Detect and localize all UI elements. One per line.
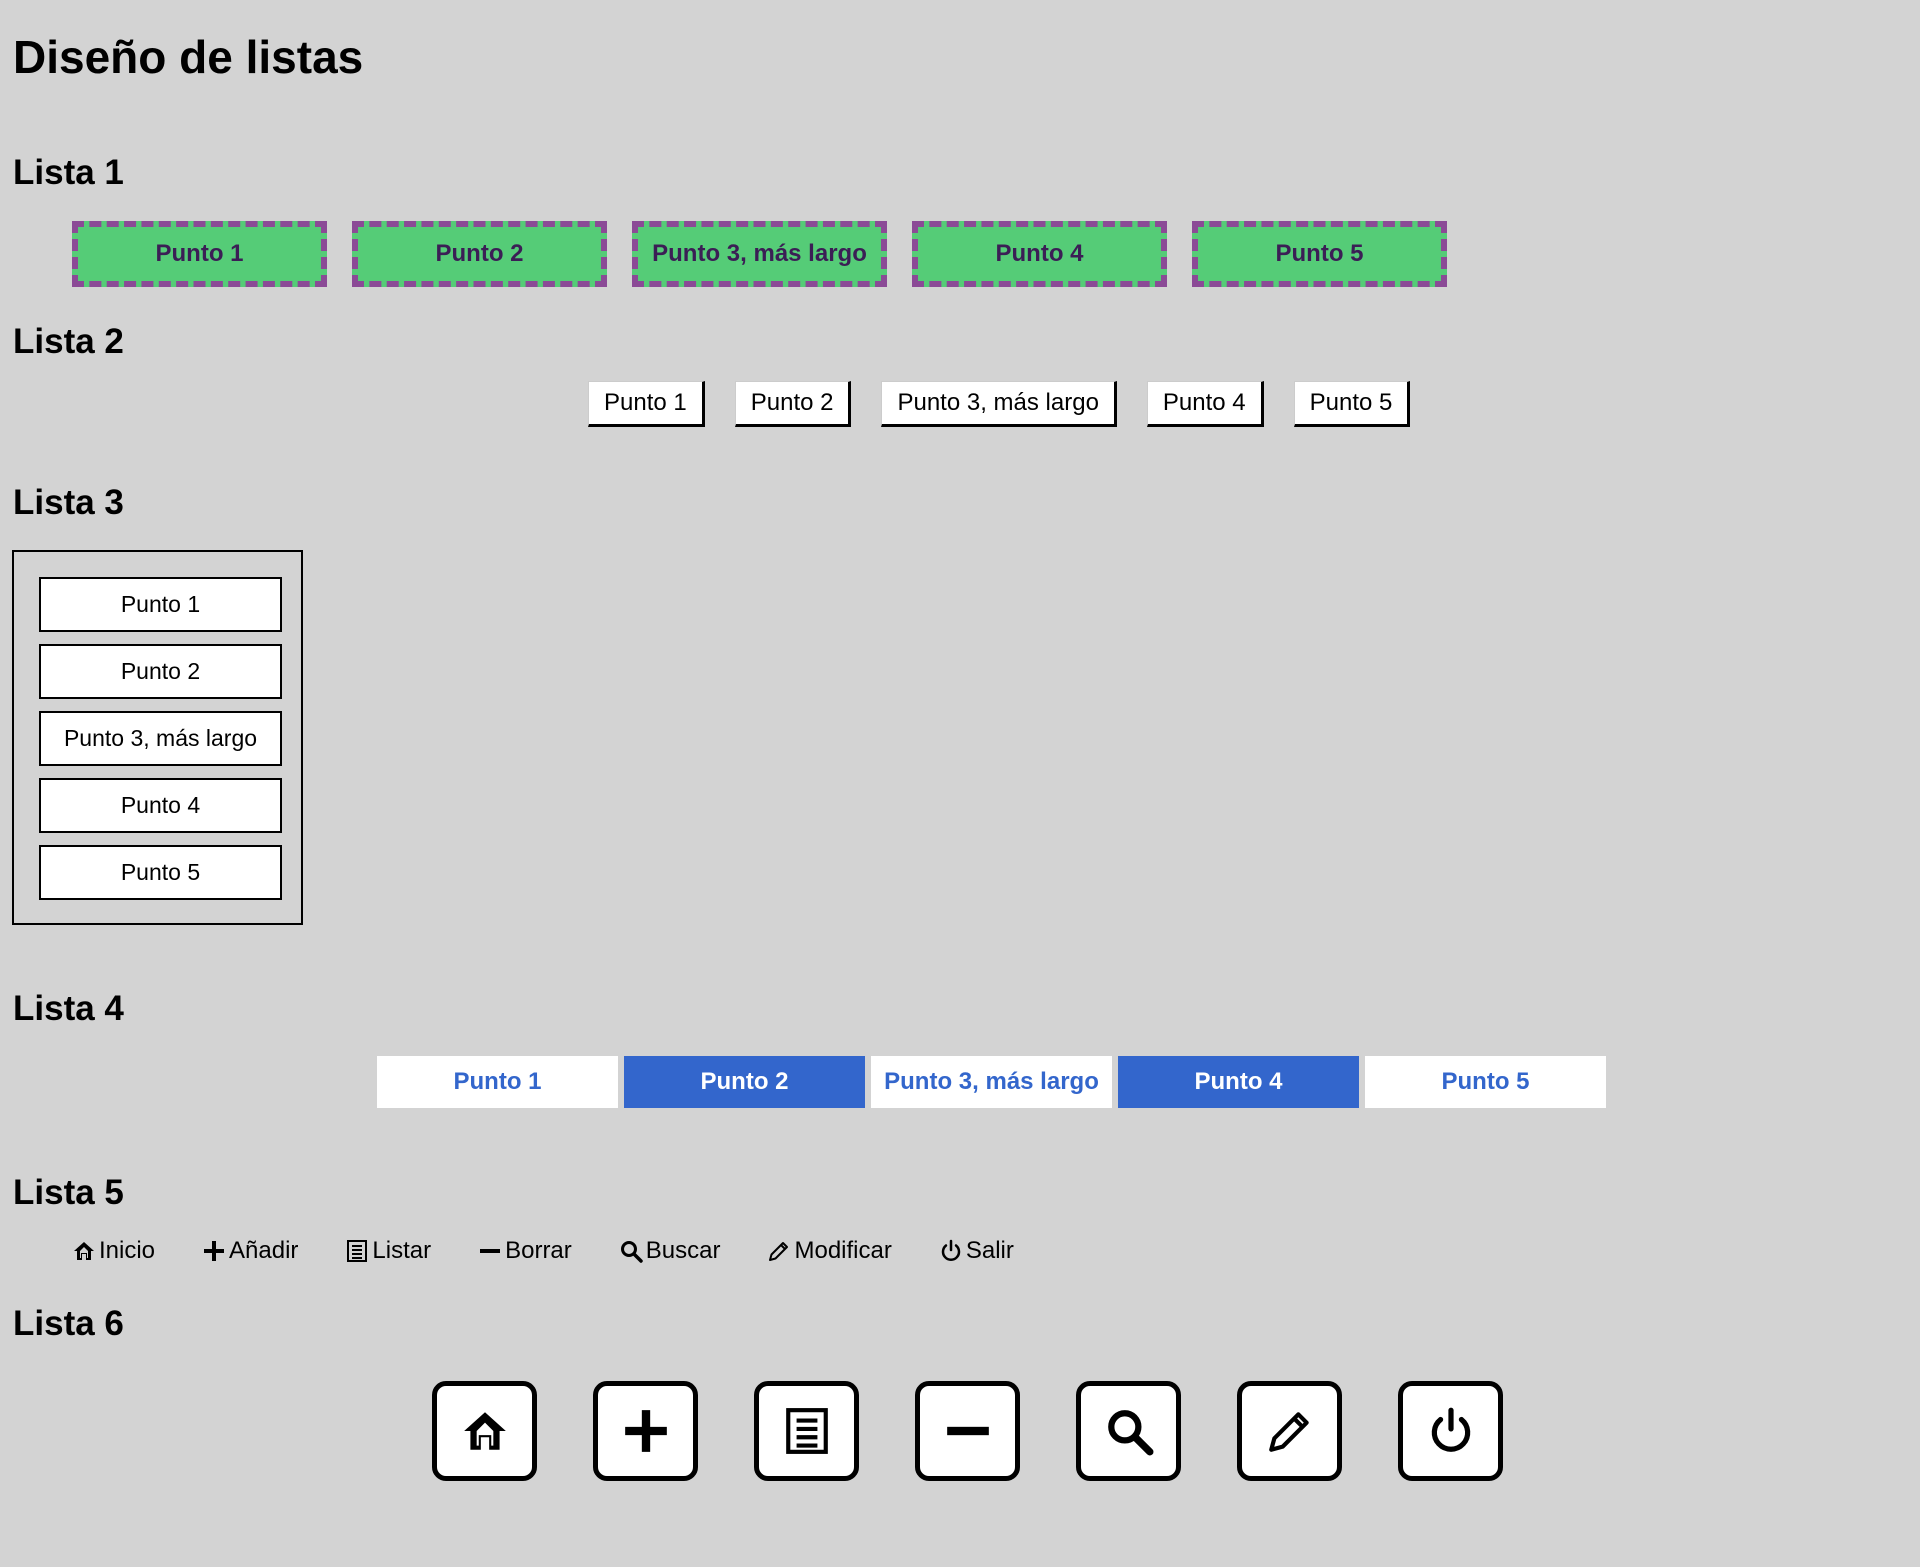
lista1-item[interactable]: Punto 3, más largo bbox=[632, 221, 887, 287]
lista4-item[interactable]: Punto 2 bbox=[624, 1056, 865, 1108]
lista3-item[interactable]: Punto 1 bbox=[39, 577, 282, 632]
lista3-item[interactable]: Punto 2 bbox=[39, 644, 282, 699]
lista5-label: Buscar bbox=[645, 1237, 721, 1264]
lista5: Inicio Añadir Listar Borrar Buscar Modif… bbox=[72, 1237, 1014, 1265]
lista6 bbox=[432, 1381, 1503, 1481]
lista6-button-search[interactable] bbox=[1076, 1381, 1181, 1481]
plus-icon bbox=[204, 1241, 225, 1261]
lista4-item[interactable]: Punto 4 bbox=[1118, 1056, 1359, 1108]
lista4-item[interactable]: Punto 1 bbox=[377, 1056, 618, 1108]
lista5-label: Modificar bbox=[794, 1237, 892, 1264]
lista2-item[interactable]: Punto 3, más largo bbox=[881, 381, 1117, 427]
lista4-item[interactable]: Punto 3, más largo bbox=[871, 1056, 1112, 1108]
lista1-heading: Lista 1 bbox=[13, 153, 124, 192]
power-icon bbox=[1431, 1407, 1470, 1452]
lista2: Punto 1 Punto 2 Punto 3, más largo Punto… bbox=[588, 381, 1411, 427]
lista5-heading: Lista 5 bbox=[13, 1173, 124, 1212]
lista5-item-inicio[interactable]: Inicio bbox=[72, 1237, 155, 1265]
lista4-heading: Lista 4 bbox=[13, 989, 124, 1028]
minus-icon bbox=[480, 1249, 501, 1253]
lista3-item[interactable]: Punto 3, más largo bbox=[39, 711, 282, 766]
minus-icon bbox=[946, 1426, 989, 1436]
lista5-item-borrar[interactable]: Borrar bbox=[478, 1237, 572, 1265]
search-icon bbox=[1107, 1410, 1153, 1456]
lista1-item[interactable]: Punto 2 bbox=[352, 221, 607, 287]
lista1-item[interactable]: Punto 1 bbox=[72, 221, 327, 287]
pencil-icon bbox=[1268, 1412, 1309, 1452]
lista2-item[interactable]: Punto 2 bbox=[734, 381, 852, 427]
lista4: Punto 1 Punto 2 Punto 3, más largo Punto… bbox=[377, 1056, 1606, 1108]
lista1: Punto 1 Punto 2 Punto 3, más largo Punto… bbox=[72, 221, 1447, 287]
pencil-icon bbox=[769, 1242, 789, 1261]
list-icon bbox=[785, 1408, 828, 1454]
lista5-item-anadir[interactable]: Añadir bbox=[202, 1237, 298, 1265]
lista3: Punto 1 Punto 2 Punto 3, más largo Punto… bbox=[12, 550, 303, 925]
lista2-item[interactable]: Punto 5 bbox=[1293, 381, 1411, 427]
lista5-label: Añadir bbox=[229, 1237, 299, 1264]
lista3-item[interactable]: Punto 4 bbox=[39, 778, 282, 833]
search-icon bbox=[620, 1241, 643, 1263]
lista5-item-salir[interactable]: Salir bbox=[939, 1237, 1014, 1265]
lista5-item-listar[interactable]: Listar bbox=[345, 1237, 431, 1265]
lista6-button-list[interactable] bbox=[754, 1381, 859, 1481]
lista5-label: Inicio bbox=[99, 1237, 156, 1264]
lista5-item-buscar[interactable]: Buscar bbox=[619, 1237, 721, 1265]
lista1-item[interactable]: Punto 5 bbox=[1192, 221, 1447, 287]
list-icon bbox=[347, 1240, 368, 1262]
lista6-button-add[interactable] bbox=[593, 1381, 698, 1481]
lista5-label: Borrar bbox=[505, 1237, 572, 1264]
lista6-button-home[interactable] bbox=[432, 1381, 537, 1481]
power-icon bbox=[941, 1239, 961, 1261]
lista6-button-exit[interactable] bbox=[1398, 1381, 1503, 1481]
home-icon bbox=[74, 1242, 94, 1260]
lista6-button-edit[interactable] bbox=[1237, 1381, 1342, 1481]
home-icon bbox=[463, 1412, 506, 1450]
page-title: Diseño de listas bbox=[13, 31, 364, 83]
lista2-item[interactable]: Punto 4 bbox=[1146, 381, 1264, 427]
plus-icon bbox=[624, 1410, 667, 1452]
lista4-item[interactable]: Punto 5 bbox=[1365, 1056, 1606, 1108]
lista5-item-modificar[interactable]: Modificar bbox=[767, 1237, 892, 1265]
lista2-item[interactable]: Punto 1 bbox=[588, 381, 705, 427]
lista5-label: Salir bbox=[965, 1237, 1014, 1264]
lista2-heading: Lista 2 bbox=[13, 322, 124, 361]
lista6-heading: Lista 6 bbox=[13, 1304, 124, 1343]
lista3-heading: Lista 3 bbox=[13, 483, 124, 522]
lista3-item[interactable]: Punto 5 bbox=[39, 845, 282, 900]
lista1-item[interactable]: Punto 4 bbox=[912, 221, 1167, 287]
lista6-button-delete[interactable] bbox=[915, 1381, 1020, 1481]
lista5-label: Listar bbox=[372, 1237, 432, 1264]
